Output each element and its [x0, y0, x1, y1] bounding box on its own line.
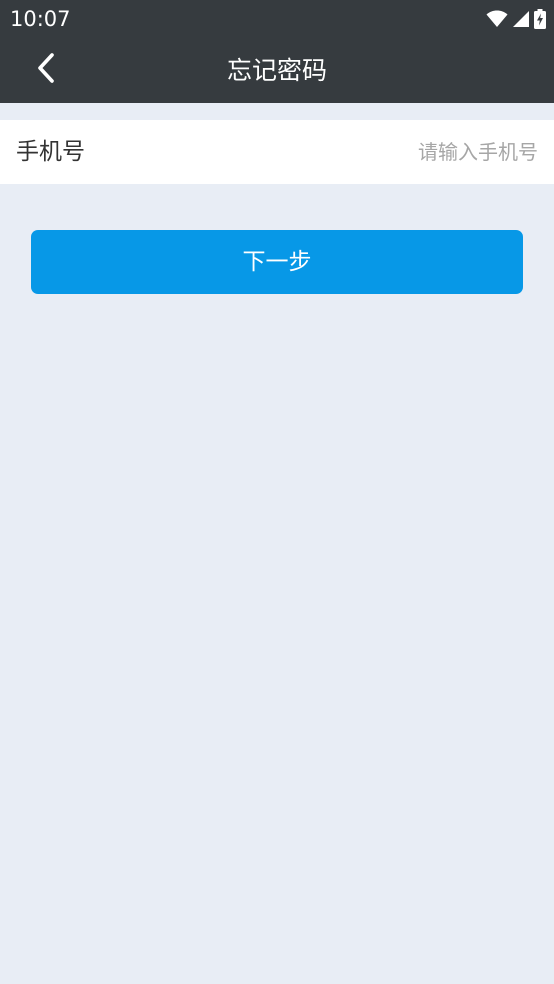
battery-charging-icon [534, 9, 546, 29]
phone-field-row: 手机号 [0, 120, 554, 184]
wifi-icon [486, 10, 508, 28]
status-bar: 10:07 [0, 0, 554, 38]
phone-label: 手机号 [16, 139, 85, 165]
app-bar: 忘记密码 [0, 38, 554, 103]
status-icons [486, 8, 546, 30]
next-step-button[interactable]: 下一步 [31, 230, 523, 294]
phone-input[interactable] [238, 132, 538, 172]
back-button[interactable] [24, 48, 68, 92]
status-time: 10:07 [10, 7, 71, 31]
page-title: 忘记密码 [226, 56, 327, 85]
chevron-left-icon [36, 52, 56, 88]
signal-icon [512, 10, 530, 28]
